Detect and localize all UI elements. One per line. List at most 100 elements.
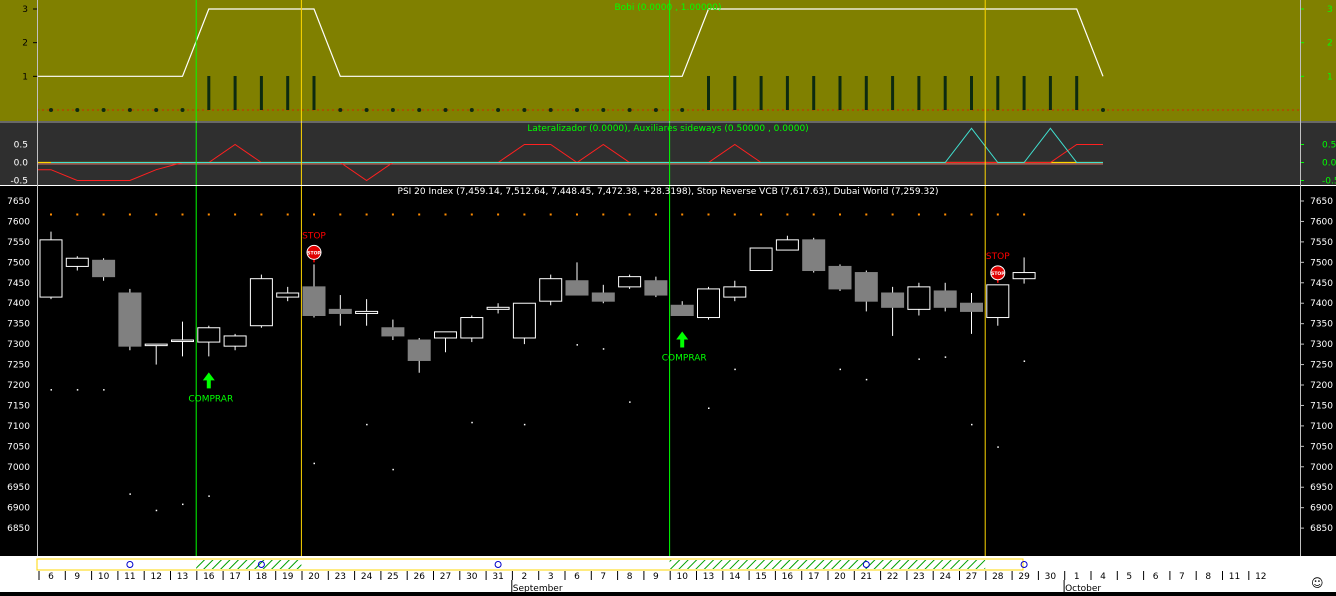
dubai-world-dot bbox=[155, 509, 158, 512]
x-tick-label: 7 bbox=[600, 572, 606, 582]
candle-body bbox=[828, 265, 852, 290]
x-tick-label: 17 bbox=[808, 572, 819, 582]
dubai-world-dot bbox=[366, 423, 368, 426]
stop-sign-badge-text: STOP bbox=[307, 250, 321, 256]
candle-body bbox=[960, 302, 983, 312]
stop-signal-label: STOP bbox=[986, 252, 1010, 262]
bobi-zero-dot bbox=[1101, 108, 1105, 112]
y-tick-label-right: 0.5 bbox=[1322, 141, 1336, 151]
candle-body bbox=[881, 292, 905, 308]
stop-reverse-dot bbox=[839, 213, 841, 216]
x-tick-label: 27 bbox=[440, 572, 451, 582]
dubai-world-dot bbox=[865, 378, 868, 381]
stop-reverse-dot bbox=[286, 213, 289, 216]
dubai-world-dot bbox=[129, 493, 131, 495]
bobi-panel-background bbox=[0, 0, 1336, 121]
dubai-world-dot bbox=[182, 503, 184, 506]
y-tick-label-left: 7300 bbox=[7, 340, 30, 350]
month-label: October bbox=[1065, 584, 1101, 592]
y-tick-label-right: 7350 bbox=[1310, 320, 1333, 330]
dubai-world-dot bbox=[392, 468, 394, 471]
y-tick-label-left: 6850 bbox=[7, 524, 30, 534]
buy-signal-label: COMPRAR bbox=[188, 394, 233, 404]
x-tick-label: 16 bbox=[203, 572, 215, 582]
candle-body bbox=[407, 339, 431, 361]
x-tick-label: 6 bbox=[48, 572, 54, 582]
y-tick-label-left: 7450 bbox=[7, 279, 30, 289]
x-tick-label: 25 bbox=[387, 572, 398, 582]
smiley-icon[interactable]: ☺ bbox=[1311, 576, 1324, 590]
bobi-zero-dot bbox=[522, 108, 527, 112]
x-tick-label: 3 bbox=[548, 572, 554, 582]
y-tick-label-right: 7300 bbox=[1310, 340, 1333, 350]
x-tick-label: 21 bbox=[861, 572, 872, 582]
candle-body bbox=[565, 280, 589, 296]
candle-body bbox=[249, 278, 273, 327]
x-tick-label: 14 bbox=[729, 572, 741, 582]
y-tick-label-right: 6900 bbox=[1310, 504, 1333, 514]
x-tick-label: 10 bbox=[98, 572, 110, 582]
price-panel-title: PSI 20 Index (7,459.14, 7,512.64, 7,448.… bbox=[398, 187, 939, 197]
y-tick-label-right: 7600 bbox=[1310, 217, 1333, 227]
dubai-world-dot bbox=[839, 368, 841, 371]
bobi-zero-dot bbox=[653, 108, 658, 112]
candle-body bbox=[355, 310, 379, 314]
x-tick-label: 22 bbox=[887, 572, 898, 582]
y-tick-label-right: 3 bbox=[1327, 5, 1333, 15]
x-tick-label: 1 bbox=[1074, 572, 1080, 582]
bobi-zero-dot bbox=[575, 108, 579, 112]
stop-reverse-dot bbox=[602, 213, 605, 216]
x-tick-label: 30 bbox=[466, 572, 478, 582]
stop-reverse-dot bbox=[760, 213, 763, 216]
x-tick-label: 20 bbox=[834, 572, 846, 582]
x-axis[interactable]: 6 9 10 11 12 13 16 17 18 19 20 23 24 25 26 27 30 31 2 3 6 7 8 9… bbox=[0, 556, 1336, 594]
stop-reverse-dot bbox=[76, 213, 79, 216]
stop-reverse-dot bbox=[970, 213, 973, 216]
candle-body bbox=[92, 259, 116, 278]
x-tick-label: 23 bbox=[335, 572, 346, 582]
stop-reverse-dot bbox=[1023, 213, 1026, 216]
candle-body bbox=[749, 247, 773, 272]
y-tick-label-left: 7150 bbox=[7, 401, 30, 411]
y-tick-label-right: 7450 bbox=[1310, 279, 1333, 289]
y-tick-label-left: 3 bbox=[22, 5, 28, 15]
y-tick-label-right: 7050 bbox=[1310, 442, 1333, 452]
y-tick-label-right: 1 bbox=[1327, 72, 1333, 82]
candle-body bbox=[591, 292, 615, 302]
candle-body bbox=[775, 239, 799, 251]
y-tick-label-left: 7400 bbox=[7, 299, 30, 309]
candle-body bbox=[512, 302, 536, 339]
y-tick-label-right: 7100 bbox=[1310, 422, 1333, 432]
x-tick-label: 9 bbox=[653, 572, 659, 582]
stop-reverse-dot bbox=[944, 213, 947, 216]
x-tick-label: 9 bbox=[74, 572, 80, 582]
y-tick-label-right: 7150 bbox=[1310, 401, 1333, 411]
stop-reverse-dot bbox=[365, 213, 368, 216]
stop-reverse-dot bbox=[418, 213, 421, 216]
stop-reverse-dot bbox=[628, 213, 631, 216]
stop-sign-badge-text: STOP bbox=[991, 271, 1005, 277]
bobi-zero-dot bbox=[496, 108, 501, 112]
x-tick-label: 6 bbox=[574, 572, 580, 582]
x-tick-label: 29 bbox=[1018, 572, 1030, 582]
stop-reverse-dot bbox=[576, 213, 578, 216]
x-tick-label: 6 bbox=[1153, 572, 1159, 582]
x-tick-label: 17 bbox=[229, 572, 240, 582]
y-tick-label-left: 1 bbox=[22, 72, 28, 82]
dubai-world-dot bbox=[523, 423, 526, 426]
signal-zone-hatch bbox=[196, 560, 302, 569]
candle-body bbox=[486, 306, 510, 310]
dubai-world-dot bbox=[576, 344, 578, 346]
y-tick-label-right: 7550 bbox=[1310, 238, 1333, 248]
chart-window: 6850 6850 6900 6900 6950 6950 7000 7000 7050 7050… bbox=[0, 0, 1336, 594]
x-tick-label: 5 bbox=[1126, 572, 1132, 582]
bobi-zero-dot bbox=[364, 108, 369, 112]
stop-reverse-dot bbox=[444, 213, 447, 216]
candle-body bbox=[644, 280, 668, 296]
y-tick-label-right: 7200 bbox=[1310, 381, 1333, 391]
stop-reverse-dot bbox=[891, 213, 894, 216]
dubai-world-dot bbox=[708, 407, 710, 409]
stop-reverse-dot bbox=[102, 213, 105, 216]
buy-signal-label: COMPRAR bbox=[662, 353, 707, 363]
x-tick-label: 8 bbox=[1205, 572, 1211, 582]
